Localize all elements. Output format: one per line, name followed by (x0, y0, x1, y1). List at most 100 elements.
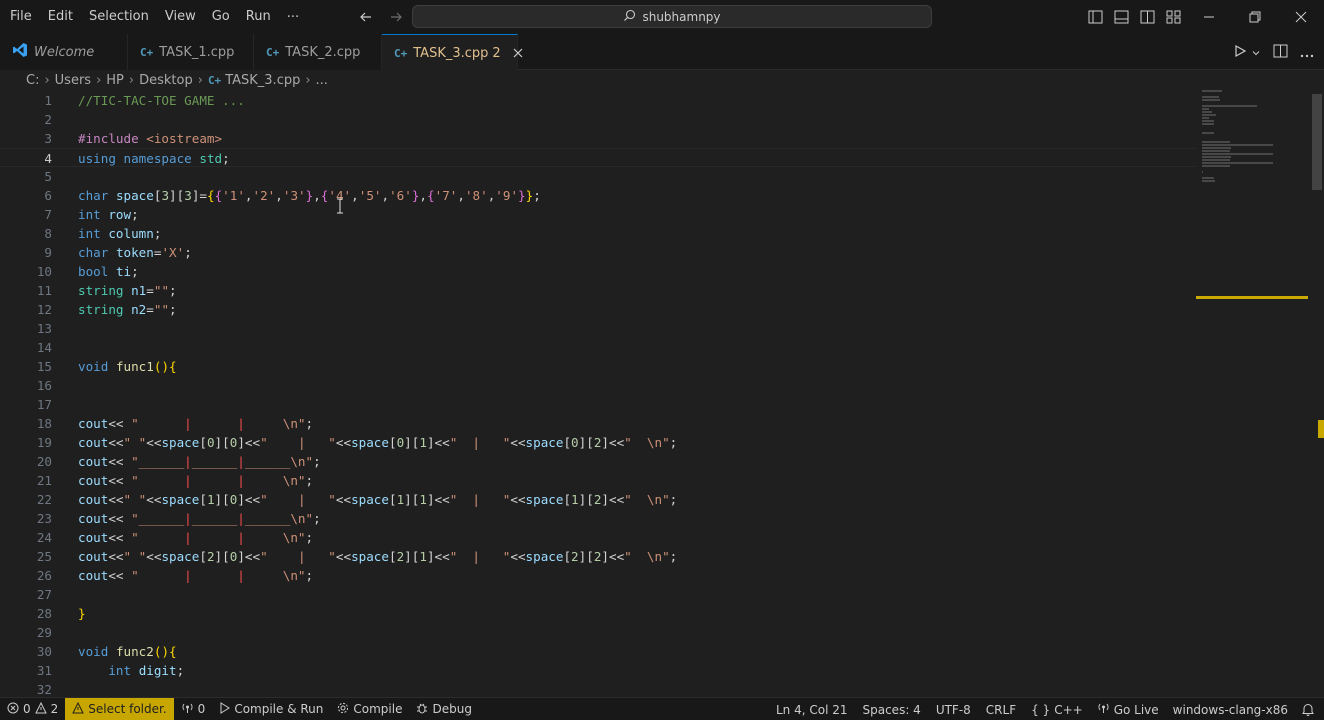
code-line[interactable]: 1 //TIC-TAC-TOE GAME ... (0, 91, 1196, 110)
code-line[interactable]: 17 (0, 395, 1196, 414)
code-line[interactable]: 6 char space[3][3]={{'1','2','3'},{'4','5… (0, 186, 1196, 205)
warning-icon (72, 701, 85, 717)
code-text: char space[3][3]={{'1','2','3'},{'4','5'… (78, 188, 541, 203)
scrollbar-thumb[interactable] (1312, 94, 1322, 190)
breadcrumb-symbol[interactable]: ... (316, 73, 328, 88)
code-line[interactable]: 25 cout<<" "<<space[2][0]<<" | "<<space[2… (0, 547, 1196, 566)
breadcrumb-hp[interactable]: HP (106, 73, 124, 88)
code-line[interactable]: 24 cout<< " | | \n"; (0, 528, 1196, 547)
code-line[interactable]: 12 string n2=""; (0, 300, 1196, 319)
code-line[interactable]: 23 cout<< "______|______|______\n"; (0, 509, 1196, 528)
code-line[interactable]: 26 cout<< " | | \n"; (0, 566, 1196, 585)
code-line[interactable]: 3 #include <iostream> (0, 129, 1196, 148)
code-line[interactable]: 15 void func1(){ (0, 357, 1196, 376)
command-center-search[interactable]: shubhamnpy (412, 5, 932, 28)
customize-layout-icon[interactable] (1164, 8, 1182, 26)
line-number: 22 (36, 492, 52, 507)
compile-button[interactable]: Compile (330, 698, 409, 720)
error-icon (7, 702, 19, 717)
menu-go[interactable]: Go (204, 0, 238, 34)
code-line[interactable]: 2 (0, 110, 1196, 129)
code-line[interactable]: 16 (0, 376, 1196, 395)
code-line[interactable]: 13 (0, 319, 1196, 338)
minimap[interactable] (1196, 90, 1308, 697)
gear-icon (337, 702, 349, 717)
breadcrumb-drive[interactable]: C: (26, 73, 39, 88)
toggle-panel-icon[interactable] (1112, 8, 1130, 26)
tab-task-1[interactable]: C+ TASK_1.cpp (128, 34, 254, 70)
select-folder-button[interactable]: Select folder. (65, 697, 174, 720)
language-mode[interactable]: { } C++ (1024, 698, 1090, 720)
code-line[interactable]: 20 cout<< "______|______|______\n"; (0, 452, 1196, 471)
split-editor-icon[interactable] (1273, 43, 1288, 62)
cursor-position[interactable]: Ln 4, Col 21 (769, 698, 856, 720)
run-icon[interactable] (1233, 43, 1247, 62)
ports-indicator[interactable]: 0 (174, 698, 213, 720)
code-line[interactable]: 11 string n1=""; (0, 281, 1196, 300)
menu-selection[interactable]: Selection (81, 0, 157, 34)
tab-task-2[interactable]: C+ TASK_2.cpp (254, 34, 382, 70)
menu-more-button[interactable]: ··· (279, 10, 307, 25)
code-line[interactable]: 14 (0, 338, 1196, 357)
code-line[interactable]: 22 cout<<" "<<space[1][0]<<" | "<<space[1… (0, 490, 1196, 509)
toggle-primary-sidebar-icon[interactable] (1086, 8, 1104, 26)
code-line[interactable]: 9 char token='X'; (0, 243, 1196, 262)
menu-file[interactable]: File (2, 0, 40, 34)
line-number: 19 (36, 435, 52, 450)
debug-button[interactable]: Debug (409, 698, 478, 720)
minimap-line (1202, 96, 1220, 98)
restore-icon[interactable] (1232, 0, 1278, 34)
problems-indicator[interactable]: 0 2 (0, 698, 65, 720)
close-window-icon[interactable] (1278, 0, 1324, 34)
tab-label: TASK_2.cpp (285, 44, 361, 60)
code-editor[interactable]: 1//TIC-TAC-TOE GAME ... 2 3 #include <iostr… (0, 90, 1324, 697)
close-icon[interactable] (513, 45, 523, 61)
compiler-selector[interactable]: windows-clang-x86 (1166, 698, 1295, 720)
code-line[interactable]: 18 cout<< " | | \n"; (0, 414, 1196, 433)
minimize-icon[interactable] (1186, 0, 1232, 34)
code-line[interactable]: 29 (0, 623, 1196, 642)
breadcrumb-file[interactable]: C+ TASK_3.cpp (208, 73, 300, 88)
tab-task-3[interactable]: C+ TASK_3.cpp 2 (382, 34, 523, 71)
menu-run[interactable]: Run (238, 0, 279, 34)
go-live-button[interactable]: Go Live (1090, 698, 1166, 720)
code-line[interactable]: 19 cout<<" "<<space[0][0]<<" | "<<space[0… (0, 433, 1196, 452)
code-line[interactable]: 31 int digit; (0, 661, 1196, 680)
encoding[interactable]: UTF-8 (929, 698, 979, 720)
forward-arrow-icon[interactable] (386, 7, 406, 27)
code-line[interactable]: 8 int column; (0, 224, 1196, 243)
minimap-line (1202, 132, 1214, 134)
code-text: cout<< "______|______|______\n"; (78, 454, 321, 469)
code-text: cout<<" "<<space[0][0]<<" | "<<space[0][… (78, 435, 678, 450)
compile-run-button[interactable]: Compile & Run (212, 698, 330, 720)
code-text: char token='X'; (78, 245, 192, 260)
chevron-down-icon[interactable] (1251, 43, 1261, 62)
notifications-icon[interactable] (1295, 698, 1324, 720)
code-line[interactable]: 27 (0, 585, 1196, 604)
code-line[interactable]: 28} (0, 604, 1196, 623)
code-line[interactable]: 7 int row; (0, 205, 1196, 224)
breadcrumb-desktop[interactable]: Desktop (139, 73, 193, 88)
status-bar-right: Ln 4, Col 21 Spaces: 4 UTF-8 CRLF { } C+… (769, 698, 1324, 720)
vscode-icon (12, 42, 28, 62)
vertical-scrollbar[interactable] (1310, 90, 1324, 697)
menu-edit[interactable]: Edit (40, 0, 81, 34)
line-number: 6 (44, 188, 52, 203)
tab-welcome[interactable]: Welcome (0, 34, 128, 70)
code-line[interactable]: 32 (0, 680, 1196, 697)
command-center-text: shubhamnpy (642, 9, 721, 24)
cpp-file-icon: C+ (207, 73, 222, 87)
breadcrumb-users[interactable]: Users (55, 73, 91, 88)
code-line[interactable]: 5 (0, 167, 1196, 186)
menu-view[interactable]: View (157, 0, 204, 34)
minimap-line (1202, 90, 1222, 92)
more-actions-icon[interactable] (1300, 43, 1314, 62)
indentation[interactable]: Spaces: 4 (856, 698, 929, 720)
toggle-secondary-sidebar-icon[interactable] (1138, 8, 1156, 26)
code-line[interactable]: 4 using namespace std; (0, 148, 1196, 167)
code-line[interactable]: 30 void func2(){ (0, 642, 1196, 661)
end-of-line[interactable]: CRLF (979, 698, 1024, 720)
code-line[interactable]: 10 bool ti; (0, 262, 1196, 281)
code-line[interactable]: 21 cout<< " | | \n"; (0, 471, 1196, 490)
back-arrow-icon[interactable] (356, 7, 376, 27)
